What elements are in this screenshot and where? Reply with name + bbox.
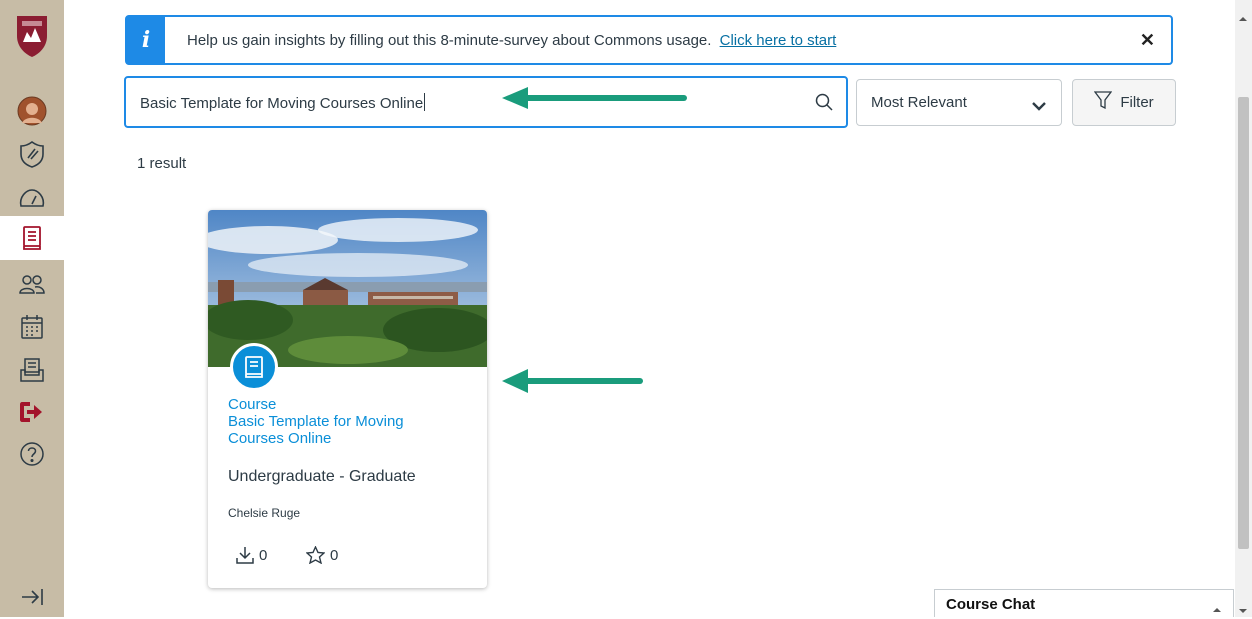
banner-message: Help us gain insights by filling out thi… xyxy=(187,32,836,49)
download-count-value: 0 xyxy=(259,546,268,564)
expand-icon[interactable] xyxy=(1213,600,1221,618)
scroll-down-icon[interactable] xyxy=(1239,601,1247,619)
dashboard-gauge-icon[interactable] xyxy=(0,176,64,220)
survey-link[interactable]: Click here to start xyxy=(720,32,837,49)
search-input[interactable]: Basic Template for Moving Courses Online xyxy=(124,76,848,128)
scroll-thumb[interactable] xyxy=(1238,97,1249,549)
calendar-icon[interactable] xyxy=(0,305,64,349)
sort-select[interactable]: Most Relevant xyxy=(856,79,1062,126)
result-count: 1 result xyxy=(137,155,187,172)
help-icon[interactable] xyxy=(0,432,64,476)
filter-label: Filter xyxy=(1120,94,1154,111)
collapse-nav-icon[interactable] xyxy=(0,575,64,619)
card-type: Course xyxy=(228,396,277,413)
card-author: Chelsie Ruge xyxy=(228,506,301,520)
commons-arrow-icon[interactable] xyxy=(0,390,64,434)
logo-icon[interactable] xyxy=(0,10,64,62)
course-chat-panel[interactable]: Course Chat xyxy=(934,589,1234,617)
search-icon[interactable] xyxy=(814,92,834,117)
filter-button[interactable]: Filter xyxy=(1072,79,1176,126)
card-level: Undergraduate - Graduate xyxy=(228,468,416,485)
chevron-down-icon xyxy=(1031,98,1047,116)
info-icon: i xyxy=(127,17,165,63)
account-avatar[interactable] xyxy=(0,89,64,133)
favorite-count-value: 0 xyxy=(330,546,339,564)
annotation-arrow-card xyxy=(502,369,643,393)
download-count[interactable]: 0 xyxy=(236,546,267,564)
card-title-link[interactable]: Basic Template for Moving Courses Online xyxy=(228,413,458,447)
page-scrollbar[interactable] xyxy=(1235,0,1252,617)
close-icon[interactable]: ✕ xyxy=(1140,30,1155,50)
admin-shield-icon[interactable] xyxy=(0,132,64,176)
favorite-count[interactable]: 0 xyxy=(306,546,338,564)
course-book-icon xyxy=(230,343,278,391)
groups-people-icon[interactable] xyxy=(0,262,64,306)
course-card[interactable]: Course Basic Template for Moving Courses… xyxy=(208,210,487,588)
course-chat-title: Course Chat xyxy=(946,596,1036,613)
search-value: Basic Template for Moving Courses Online xyxy=(140,95,424,112)
download-icon xyxy=(236,547,254,564)
courses-book-icon[interactable] xyxy=(0,216,64,260)
star-icon xyxy=(306,546,325,564)
inbox-icon[interactable] xyxy=(0,348,64,392)
annotation-arrow-search xyxy=(502,87,687,109)
global-nav xyxy=(0,0,64,617)
scroll-up-icon[interactable] xyxy=(1239,9,1247,27)
filter-icon xyxy=(1094,91,1113,114)
sort-selected: Most Relevant xyxy=(871,94,967,111)
banner-text: Help us gain insights by filling out thi… xyxy=(187,31,712,49)
survey-banner: i Help us gain insights by filling out t… xyxy=(125,15,1173,65)
